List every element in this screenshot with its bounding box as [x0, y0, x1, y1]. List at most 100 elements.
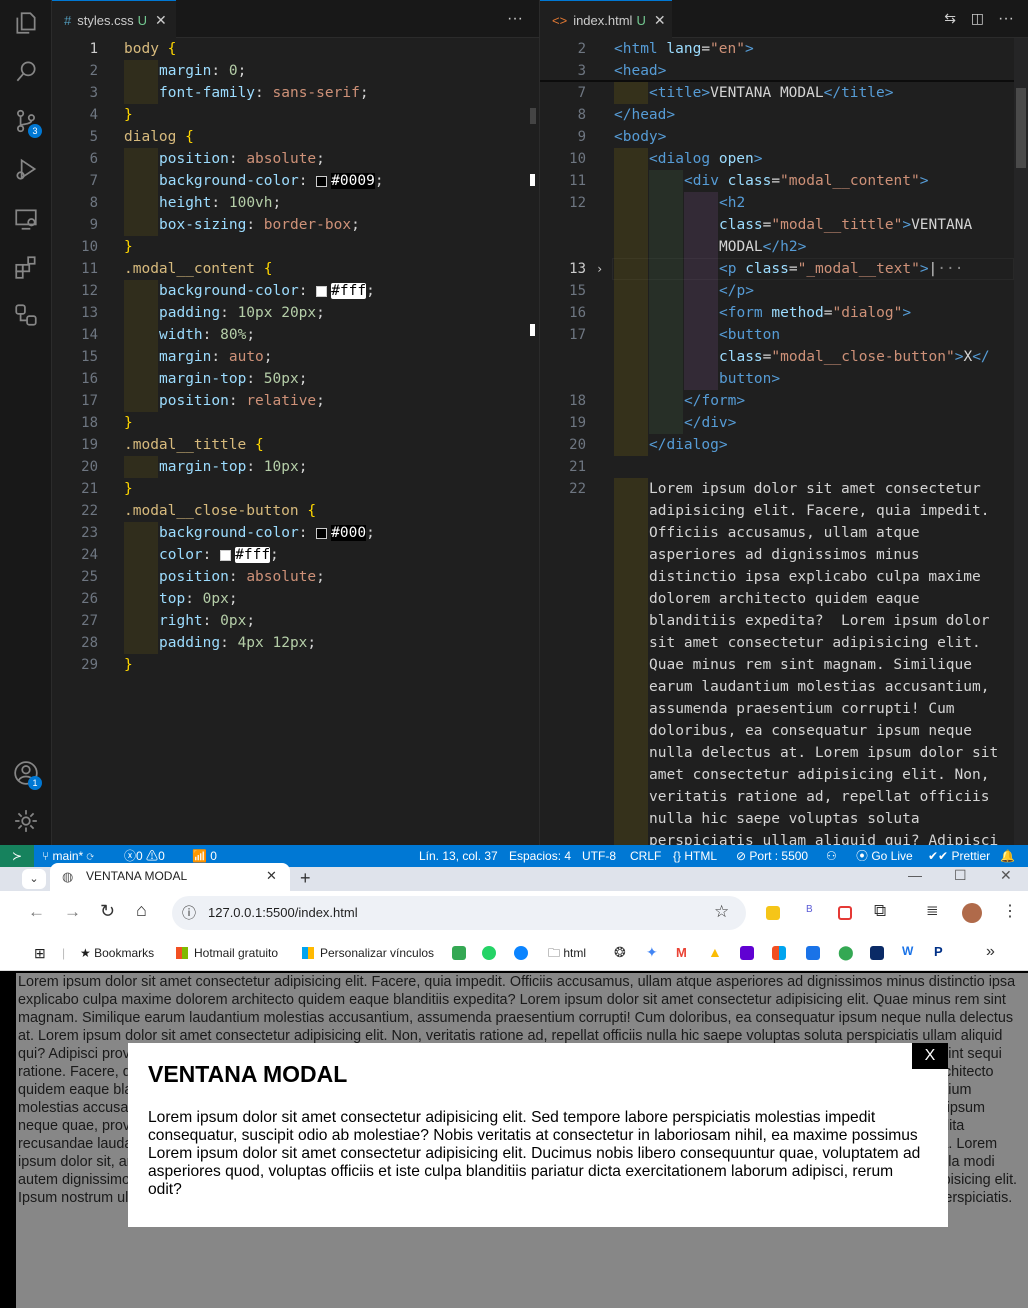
close-tab-icon[interactable]: ✕: [155, 12, 167, 28]
yahoo-mail-icon[interactable]: [740, 946, 754, 960]
color-swatch[interactable]: [316, 527, 328, 539]
scrollbar[interactable]: [1014, 38, 1028, 845]
media-controls-icon[interactable]: ≣: [926, 901, 939, 919]
close-tab-icon[interactable]: ✕: [266, 868, 277, 884]
indent-guide: [124, 588, 158, 610]
code-line: height: 100vh;: [159, 195, 282, 211]
scroll-marker: [530, 324, 535, 336]
line-number: 18: [569, 393, 586, 409]
indentation[interactable]: Espacios: 4: [509, 845, 571, 867]
html-editor[interactable]: 2 <html lang="en"> 3 <head> 7 <title>VENTANA …: [540, 38, 1028, 845]
split-editor-icon[interactable]: ◫: [971, 10, 984, 27]
gmail-icon[interactable]: M: [676, 945, 687, 960]
line-number: 5: [89, 129, 98, 145]
browser-toolbar: ← → ↻ ⌂ ⓘ 127.0.0.1:5500/index.html ☆ B …: [0, 891, 1028, 935]
gemini-icon[interactable]: ✦: [646, 944, 658, 961]
color-swatch[interactable]: [316, 175, 328, 187]
bookmark-hotmail[interactable]: Hotmail gratuito: [176, 935, 278, 971]
code-line: earum laudantium molestias accusantium,: [649, 679, 990, 695]
testing-icon[interactable]: [12, 302, 40, 330]
notifications-bell-icon[interactable]: 🔔: [1000, 845, 1015, 867]
open-changes-icon[interactable]: ⇆: [944, 10, 956, 27]
site-info-icon[interactable]: ⓘ: [182, 903, 196, 923]
bookmark-label: html: [563, 946, 587, 960]
bookmark-html-folder[interactable]: 🗀 html: [548, 935, 586, 971]
code-line: veritatis ratione ad, repellat officiis: [649, 789, 990, 805]
indent-guide: [124, 522, 158, 544]
paypal-icon[interactable]: P: [934, 944, 943, 959]
prettier-button[interactable]: ✔✔ Prettier: [928, 845, 990, 867]
menu-kebab-icon[interactable]: ⋮: [1002, 901, 1018, 921]
calendar-icon[interactable]: [806, 946, 820, 960]
close-window-icon[interactable]: ✕: [1000, 867, 1012, 884]
indent-guide: [614, 412, 648, 434]
indent-guide: [614, 566, 648, 588]
meet-icon[interactable]: [452, 946, 466, 960]
chatgpt-icon[interactable]: ❂: [614, 944, 626, 961]
indent-guide: [684, 192, 718, 214]
tab-index-html[interactable]: <> index.html U ✕: [540, 0, 672, 38]
go-live-button[interactable]: ⦿ Go Live: [856, 845, 913, 867]
tab-search-icon[interactable]: ⌄: [22, 869, 46, 889]
more-actions-icon[interactable]: ···: [507, 0, 523, 38]
extension-screen-icon[interactable]: [838, 906, 852, 920]
extensions-icon[interactable]: [12, 254, 40, 282]
extension-b-icon[interactable]: B: [806, 904, 813, 915]
microsoft-icon[interactable]: [772, 946, 786, 960]
home-icon[interactable]: ⌂: [136, 900, 147, 921]
browser-tab[interactable]: ◍ VENTANA MODAL ✕: [50, 863, 290, 891]
modal-close-button[interactable]: X: [912, 1043, 948, 1069]
encoding[interactable]: UTF-8: [582, 845, 616, 867]
apps-grid-icon[interactable]: ⊞: [34, 935, 46, 971]
explorer-icon[interactable]: [12, 10, 40, 38]
copilot-icon[interactable]: ⚇: [826, 845, 837, 867]
tab-styles-css[interactable]: # styles.css U ✕: [52, 0, 176, 38]
close-tab-icon[interactable]: ✕: [654, 12, 666, 28]
minimize-icon[interactable]: —: [908, 867, 922, 883]
live-server-port[interactable]: ⊘ Port : 5500: [736, 845, 808, 867]
extensions-puzzle-icon[interactable]: ⧉: [874, 901, 886, 921]
code-line: position: absolute;: [159, 151, 325, 167]
app-wz-icon[interactable]: W: [902, 944, 913, 958]
reload-icon[interactable]: ↻: [100, 901, 115, 922]
maximize-icon[interactable]: ☐: [954, 867, 967, 884]
messages-icon[interactable]: [514, 946, 528, 960]
indent-guide: [124, 368, 158, 390]
forward-icon[interactable]: →: [64, 902, 81, 922]
avatar[interactable]: [962, 903, 982, 923]
remote-indicator-icon[interactable]: ≻: [0, 845, 34, 867]
line-number: 11: [81, 261, 98, 277]
fold-chevron-icon[interactable]: ›: [596, 258, 603, 280]
accounts-icon[interactable]: 1: [12, 760, 42, 790]
settings-gear-icon[interactable]: [12, 808, 40, 836]
search-icon[interactable]: [12, 58, 40, 86]
bookmark-personalizar[interactable]: Personalizar vínculos: [302, 935, 434, 971]
css-editor[interactable]: 1 body {2 margin: 0; 3 font-family: sans-ser…: [52, 38, 539, 845]
code-line: amet consectetur adipisicing elit. Non,: [649, 767, 990, 783]
app-a-icon[interactable]: [870, 946, 884, 960]
extension-keep-icon[interactable]: [766, 906, 780, 920]
bookmark-star-icon[interactable]: ☆: [714, 902, 729, 922]
whatsapp-icon[interactable]: [482, 946, 496, 960]
more-actions-icon[interactable]: ···: [998, 0, 1014, 38]
line-number: 22: [81, 503, 98, 519]
color-swatch[interactable]: [316, 285, 328, 297]
new-tab-icon[interactable]: +: [300, 867, 311, 889]
address-bar[interactable]: ⓘ 127.0.0.1:5500/index.html ☆: [172, 896, 746, 930]
run-debug-icon[interactable]: [12, 156, 40, 184]
remote-explorer-icon[interactable]: [12, 206, 40, 234]
back-icon[interactable]: ←: [28, 902, 45, 922]
indent-guide: [614, 368, 648, 390]
cursor-position[interactable]: Lín. 13, col. 37: [419, 845, 498, 867]
bookmark-bookmarks[interactable]: ★ Bookmarks: [80, 935, 154, 971]
code-line: margin-top: 10px;: [159, 459, 308, 475]
indent-guide: [684, 236, 718, 258]
color-swatch[interactable]: [220, 549, 232, 561]
end-of-line[interactable]: CRLF: [630, 845, 661, 867]
indent-guide: [684, 368, 718, 390]
more-bookmarks-icon[interactable]: »: [986, 943, 995, 961]
source-control-icon[interactable]: 3: [12, 108, 42, 138]
drive-icon[interactable]: ▲: [708, 944, 722, 960]
maps-pin-icon[interactable]: ⬤: [838, 944, 854, 961]
language-mode[interactable]: {} HTML: [673, 845, 717, 867]
